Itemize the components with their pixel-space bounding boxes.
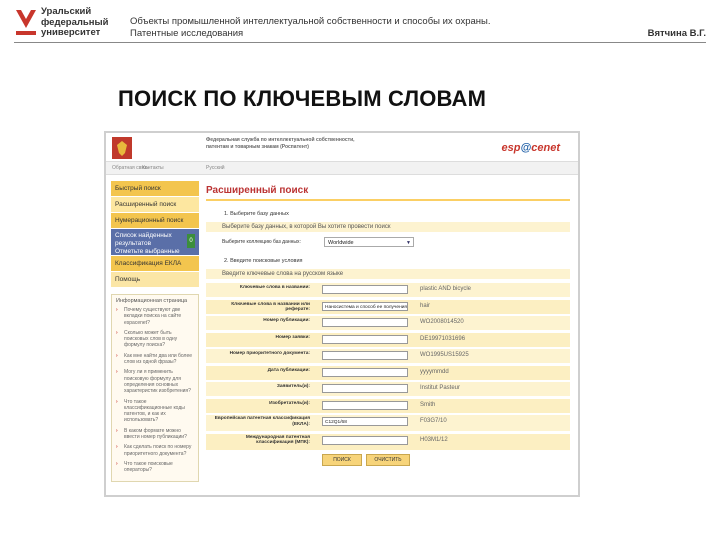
sidebar-item-quick-search[interactable]: Быстрый поиск: [111, 181, 199, 197]
selected-count-badge: 0: [187, 234, 195, 248]
top-nav: Обратная связь Контакты Русский: [106, 161, 578, 175]
field-label: Дата публикации:: [267, 367, 310, 373]
field-label: Международная патентная классификация (М…: [245, 434, 310, 446]
university-emblem-icon: [16, 10, 36, 35]
database-label: Выберите коллекцию баз данных:: [222, 239, 301, 245]
header-divider: [14, 42, 706, 43]
field-example: H03M1/12: [420, 436, 448, 443]
chevron-down-icon: ▼: [406, 240, 411, 246]
info-question-link[interactable]: Как мне найти два или более слов из одно…: [116, 353, 194, 366]
field-example: plastic AND bicycle: [420, 286, 472, 292]
field-row-publication-number: Номер публикации: WO2008014520: [206, 316, 570, 330]
russian-emblem-icon: [112, 137, 132, 159]
info-panel: Информационная страница Почему существую…: [111, 294, 199, 482]
agency-title: Федеральная служба по интеллектуальной с…: [206, 137, 355, 150]
field-label: Номер приоритетного документа:: [229, 351, 310, 356]
field-example: WO2008014520: [420, 319, 464, 325]
field-row-title-abstract: Ключевые слова в названии или реферате: …: [206, 299, 570, 314]
search-fields: Ключевые слова в названии: plastic AND b…: [206, 283, 570, 450]
espacenet-screenshot: Федеральная служба по интеллектуальной с…: [104, 131, 580, 497]
field-example: hair: [420, 302, 431, 309]
field-example: Smith: [420, 401, 436, 408]
sidebar: Быстрый поиск Расширенный поиск Нумераци…: [111, 181, 199, 482]
info-question-link[interactable]: Как сделать поиск по номеру приоритетног…: [116, 444, 194, 457]
field-label: Номер публикации:: [263, 318, 310, 323]
field-label: Номер заявки:: [275, 334, 311, 340]
espacenet-logo[interactable]: esp@cenet: [502, 142, 560, 154]
field-row-title: Ключевые слова в названии: plastic AND b…: [206, 283, 570, 297]
form-title: Расширенный поиск: [206, 185, 309, 196]
field-row-application-number: Номер заявки: DE19971031696: [206, 332, 570, 347]
step-2-instruction: Введите ключевые слова на русском языке: [206, 269, 570, 279]
title-keywords-input[interactable]: [322, 285, 408, 294]
step-2-heading: 2. Введите поисковые условия: [224, 258, 303, 264]
field-row-priority-number: Номер приоритетного документа: WO1995US1…: [206, 349, 570, 363]
field-label: Ключевые слова в названии или реферате:: [231, 301, 310, 313]
ipc-input[interactable]: [322, 435, 408, 445]
field-label: Европейская патентная классификация (ЕКЛ…: [214, 416, 310, 427]
field-example: Institut Pasteur: [420, 385, 461, 391]
info-question-link[interactable]: В каком формате можно ввести номер публи…: [116, 428, 194, 441]
sidebar-item-help[interactable]: Помощь: [111, 272, 199, 288]
sidebar-item-number-search[interactable]: Нумерационный поиск: [111, 213, 199, 229]
info-question-link[interactable]: Что такое классификационные коды патенто…: [116, 399, 194, 424]
clear-button[interactable]: ОЧИСТИТЬ: [366, 453, 410, 466]
logo-text: Уральский федеральный университет: [41, 6, 109, 38]
field-example: F03G7/10: [420, 418, 447, 424]
sidebar-item-advanced-search[interactable]: Расширенный поиск: [111, 197, 199, 213]
field-label: Изобретатель(и):: [269, 400, 310, 406]
publication-date-input[interactable]: [322, 367, 408, 377]
field-example: DE19971031696: [420, 335, 466, 342]
info-question-link[interactable]: Что такое поисковые операторы?: [116, 461, 194, 474]
course-title: Объекты промышленной интеллектуальной со…: [130, 16, 491, 39]
field-row-ipc: Международная патентная классификация (М…: [206, 433, 570, 450]
field-example: WO1995US15925: [420, 352, 469, 358]
search-button[interactable]: ПОИСК: [322, 453, 362, 466]
site-header: Федеральная служба по интеллектуальной с…: [106, 133, 578, 161]
title-divider: [206, 199, 570, 201]
advanced-search-form: Расширенный поиск 1. Выберите базу данны…: [206, 185, 570, 467]
applicant-input[interactable]: [322, 384, 408, 393]
inventor-input[interactable]: [322, 400, 408, 410]
author-name: Вятчина В.Г.: [647, 28, 706, 39]
database-row: Выберите коллекцию баз данных: Worldwide…: [206, 236, 570, 250]
info-question-link[interactable]: Могу ли я применить поисковую формулу дл…: [116, 369, 194, 394]
sidebar-item-results[interactable]: 0 Список найденных результатов Отметьте …: [111, 229, 199, 256]
step-1-heading: 1. Выберите базу данных: [224, 211, 289, 217]
slide-title: ПОИСК ПО КЛЮЧЕВЫМ СЛОВАМ: [118, 86, 487, 111]
field-example: yyyymmdd: [420, 368, 449, 375]
step-1-instruction: Выберите базу данных, в которой Вы хотит…: [206, 222, 570, 232]
database-select[interactable]: Worldwide ▼: [324, 237, 414, 247]
application-number-input[interactable]: [322, 334, 408, 344]
ecla-input[interactable]: C12Q1/68: [322, 417, 408, 426]
form-buttons: ПОИСК ОЧИСТИТЬ: [206, 453, 570, 467]
sidebar-item-ecla[interactable]: Классификация ЕКЛА: [111, 256, 199, 272]
info-panel-title: Информационная страница: [116, 298, 188, 304]
field-row-publication-date: Дата публикации: yyyymmdd: [206, 365, 570, 380]
field-row-applicant: Заявитель(и): Institut Pasteur: [206, 382, 570, 396]
publication-number-input[interactable]: [322, 318, 408, 327]
ural-university-logo: Уральский федеральный университет: [14, 6, 114, 40]
field-label: Заявитель(и):: [276, 384, 310, 389]
nav-language-link[interactable]: Русский: [206, 165, 225, 171]
nav-contacts-link[interactable]: Контакты: [142, 165, 164, 171]
title-abstract-keywords-input[interactable]: Наносистема и способ ее получения: [322, 301, 408, 311]
info-question-link[interactable]: Сколько может быть поисковых слов в одну…: [116, 330, 194, 349]
field-row-inventor: Изобретатель(и): Smith: [206, 398, 570, 413]
priority-number-input[interactable]: [322, 351, 408, 360]
field-row-ecla: Европейская патентная классификация (ЕКЛ…: [206, 415, 570, 431]
info-question-link[interactable]: Почему существуют две вкладки поиска на …: [116, 307, 194, 326]
field-label: Ключевые слова в названии:: [239, 285, 310, 290]
